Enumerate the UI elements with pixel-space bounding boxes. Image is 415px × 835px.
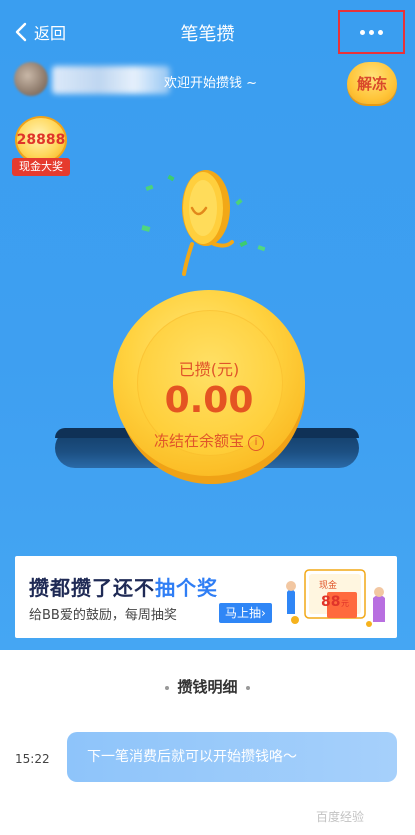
badge-unit: 元 bbox=[341, 599, 349, 608]
banner-subtitle: 给BB爱的鼓励，每周抽奖 bbox=[29, 608, 177, 623]
badge-top: 现金 bbox=[319, 579, 337, 591]
hero-section: 返回 笔笔攒 欢迎开始攒钱 ~ 解冻 28888 现金大奖 已攒(元) 0.00… bbox=[0, 0, 415, 650]
saved-label: 已攒(元) bbox=[178, 360, 240, 379]
prize-coin-icon: 28888 bbox=[15, 116, 67, 164]
welcome-text: 欢迎开始攒钱 ~ bbox=[164, 76, 258, 91]
draw-now-label: 马上抽 bbox=[225, 606, 262, 620]
back-label: 返回 bbox=[34, 24, 67, 43]
freeze-note: 冻结在余额宝 i bbox=[113, 430, 305, 451]
chevron-right-icon: › bbox=[261, 606, 266, 620]
nav-bar: 返回 笔笔攒 bbox=[0, 0, 415, 62]
banner-title-prefix: 攒都攒了还不 bbox=[29, 576, 155, 600]
record-time: 15:22 bbox=[15, 752, 50, 766]
details-title: 攒钱明细 bbox=[177, 678, 238, 696]
draw-now-button[interactable]: 马上抽› bbox=[219, 603, 272, 623]
banner-title-highlight: 抽个奖 bbox=[155, 576, 218, 600]
unfreeze-label: 解冻 bbox=[356, 74, 387, 93]
prize-tag: 现金大奖 bbox=[12, 158, 70, 176]
more-button[interactable] bbox=[338, 10, 405, 54]
more-icon bbox=[360, 29, 365, 35]
unfreeze-button[interactable]: 解冻 bbox=[347, 62, 397, 104]
back-button[interactable]: 返回 bbox=[14, 20, 66, 44]
record-message: 下一笔消费后就可以开始攒钱咯～ bbox=[67, 732, 397, 782]
lottery-banner[interactable]: 攒都攒了还不抽个奖 给BB爱的鼓励，每周抽奖 马上抽› 现金 88 元 bbox=[15, 556, 397, 638]
saved-amount: 0.00 bbox=[164, 380, 254, 421]
cash-prize-badge[interactable]: 28888 现金大奖 bbox=[12, 116, 70, 178]
freeze-text: 冻结在余额宝 bbox=[153, 432, 244, 450]
avatar[interactable] bbox=[14, 62, 48, 96]
blurred-username bbox=[52, 66, 170, 94]
details-section-title: 攒钱明细 bbox=[0, 676, 415, 697]
prize-amount: 28888 bbox=[16, 132, 66, 148]
info-icon[interactable]: i bbox=[248, 434, 264, 451]
dancing-coin-mascot-icon bbox=[141, 170, 266, 276]
watermark: 百度经验 bbox=[316, 810, 365, 824]
banner-title: 攒都攒了还不抽个奖 bbox=[29, 572, 218, 601]
badge-amount: 88 bbox=[321, 594, 340, 610]
chevron-left-icon bbox=[15, 22, 27, 42]
lottery-illustration-icon: 现金 88 元 bbox=[286, 569, 385, 627]
